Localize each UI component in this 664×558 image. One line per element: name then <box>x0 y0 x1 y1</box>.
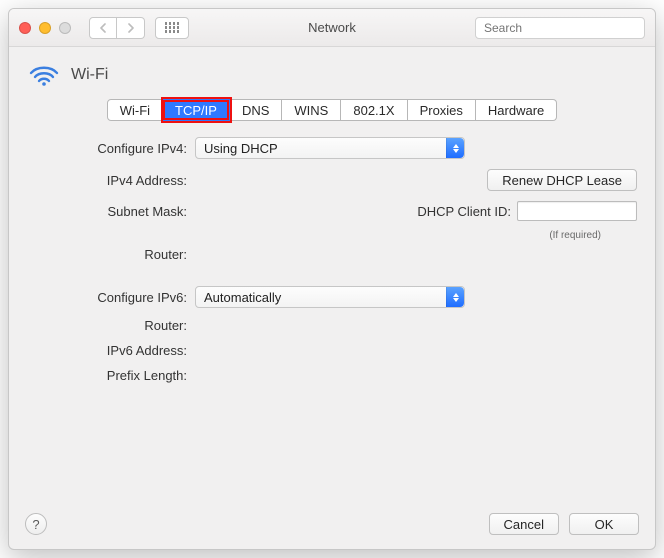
window: Network Wi-Fi Wi-Fi TC <box>8 8 656 550</box>
search-field-wrap[interactable] <box>475 17 645 39</box>
traffic-lights <box>19 22 71 34</box>
content: Wi-Fi Wi-Fi TCP/IP DNS WINS 802.1X Proxi… <box>9 47 655 549</box>
label-dhcp-client-id: DHCP Client ID: <box>417 204 511 219</box>
hint-if-required: (If required) <box>549 230 601 241</box>
tab-proxies[interactable]: Proxies <box>408 99 476 121</box>
chevron-left-icon <box>99 23 107 33</box>
input-dhcp-client-id[interactable] <box>517 201 637 221</box>
footer: ? Cancel OK <box>25 505 639 535</box>
ok-button[interactable]: OK <box>569 513 639 535</box>
label-prefix-length: Prefix Length: <box>27 368 195 383</box>
help-button[interactable]: ? <box>25 513 47 535</box>
panel-heading: Wi-Fi <box>25 57 639 99</box>
close-window-icon[interactable] <box>19 22 31 34</box>
titlebar: Network <box>9 9 655 47</box>
tabbar: Wi-Fi TCP/IP DNS WINS 802.1X Proxies Har… <box>25 99 639 121</box>
tab-wifi[interactable]: Wi-Fi <box>107 99 163 121</box>
label-subnet-mask: Subnet Mask: <box>27 204 195 219</box>
nav-forward-button[interactable] <box>117 17 145 39</box>
label-ipv6-router: Router: <box>27 318 195 333</box>
chevron-right-icon <box>127 23 135 33</box>
select-configure-ipv6-value: Automatically <box>204 290 281 305</box>
label-ipv6-address: IPv6 Address: <box>27 343 195 358</box>
updown-icon <box>446 138 464 158</box>
search-input[interactable] <box>482 20 641 36</box>
label-configure-ipv4: Configure IPv4: <box>27 141 195 156</box>
zoom-window-icon <box>59 22 71 34</box>
renew-dhcp-lease-button[interactable]: Renew DHCP Lease <box>487 169 637 191</box>
tab-8021x[interactable]: 802.1X <box>341 99 407 121</box>
select-configure-ipv6[interactable]: Automatically <box>195 286 465 308</box>
cancel-button[interactable]: Cancel <box>489 513 559 535</box>
grid-icon <box>165 22 180 33</box>
tab-tcpip[interactable]: TCP/IP <box>163 99 230 121</box>
minimize-window-icon[interactable] <box>39 22 51 34</box>
tab-dns[interactable]: DNS <box>230 99 282 121</box>
label-ipv4-router: Router: <box>27 247 195 262</box>
nav-back-button[interactable] <box>89 17 117 39</box>
updown-icon <box>446 287 464 307</box>
label-ipv4-address: IPv4 Address: <box>27 173 195 188</box>
tcpip-form: Configure IPv4: Using DHCP IPv4 Address:… <box>25 135 639 505</box>
select-configure-ipv4[interactable]: Using DHCP <box>195 137 465 159</box>
wifi-icon <box>29 63 59 87</box>
panel-title: Wi-Fi <box>71 66 108 84</box>
nav-back-forward <box>89 17 145 39</box>
tab-hardware[interactable]: Hardware <box>476 99 557 121</box>
select-configure-ipv4-value: Using DHCP <box>204 141 278 156</box>
show-all-button[interactable] <box>155 17 189 39</box>
label-configure-ipv6: Configure IPv6: <box>27 290 195 305</box>
tab-wins[interactable]: WINS <box>282 99 341 121</box>
